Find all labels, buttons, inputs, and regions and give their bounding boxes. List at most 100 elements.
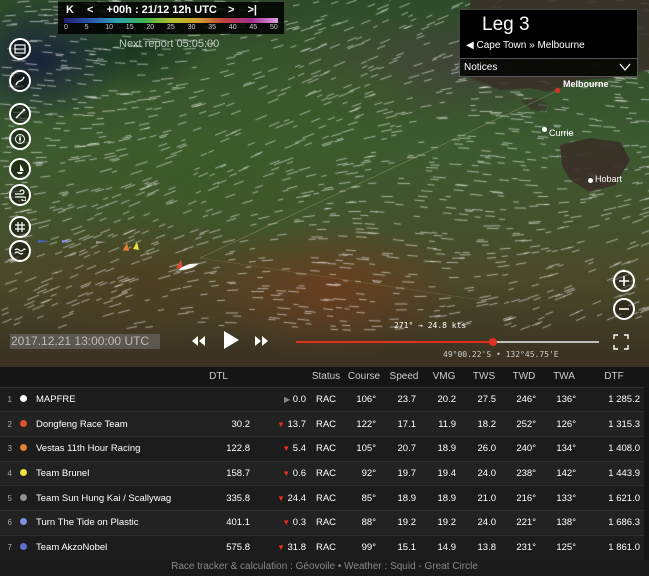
twa: 134° [544,435,584,462]
leg-route[interactable]: ◀ Cape Town » Melbourne [466,40,585,51]
course: 99° [344,534,384,560]
dtl-change-value: 31.8 [287,542,307,554]
col-course[interactable]: Course [344,367,384,387]
col-vmg[interactable]: VMG [424,367,464,387]
change-arrow-icon: ▼ [276,543,285,553]
status: RAC [308,485,344,511]
twd: 221° [504,509,544,536]
table-row[interactable]: 4 Team Brunel 158.7 ▼ 0.6 RAC 92° 19.7 19.4 24.0… [0,460,644,486]
notices-dropdown[interactable]: Notices [459,58,638,77]
course: 88° [344,509,384,536]
layers-button[interactable] [9,38,31,60]
leg-route-label: Cape Town » Melbourne [476,40,585,51]
boat-akzonobel [38,240,50,243]
dtl-value [192,386,252,412]
team-name[interactable]: Turn The Tide on Plastic [32,509,192,536]
table-row[interactable]: 5 Team Sun Hung Kai / Scallywag 335.8 ▼ 24.… [0,485,644,511]
layers-icon [14,44,26,54]
team-name[interactable]: Team AkzoNobel [32,534,192,560]
notices-label: Notices [464,62,498,73]
col-tws[interactable]: TWS [464,367,504,387]
rank: 7 [0,534,14,560]
last-button[interactable]: >| [247,4,257,16]
wind-button[interactable] [9,103,31,125]
rewind-icon[interactable] [190,333,206,349]
col-twd[interactable]: TWD [504,367,544,387]
leg-panel: Leg 3 ◀ Cape Town » Melbourne [459,9,638,59]
playback-date: 2017.12.21 13:00:00 UTC [10,334,160,349]
fast-forward-icon[interactable] [254,333,270,349]
waves-icon [14,248,26,255]
tws: 21.0 [464,485,504,511]
playback-timeline[interactable] [296,338,599,346]
play-icon[interactable] [222,330,240,350]
col-status[interactable]: Status [308,367,344,387]
dtf: 1 285.2 [584,386,644,412]
speed: 19.7 [384,460,424,486]
boat-color-dot [19,518,27,526]
grid-icon [15,222,25,232]
team-name[interactable]: Dongfeng Race Team [32,411,192,437]
route-button[interactable] [9,70,31,92]
col-speed[interactable]: Speed [384,367,424,387]
status: RAC [308,435,344,462]
zoom-in-button[interactable] [613,270,635,292]
table-row[interactable]: 7 Team AkzoNobel 575.8 ▼ 31.8 RAC 99° 15.1 14.9… [0,534,644,560]
course: 122° [344,411,384,437]
dtf: 1 686.3 [584,509,644,536]
rank: 1 [0,386,14,412]
boat-icon [17,164,24,174]
table-row[interactable]: 2 Dongfeng Race Team 30.2 ▼ 13.7 RAC 122° 17.1… [0,411,644,437]
leg-prev-icon[interactable]: ◀ [466,40,474,51]
cursor-wind-info: 271° → 24.8 kts [394,321,467,330]
map-view[interactable]: K < +00h : 21/12 12h UTC > >| 0 5 10 15 20 25… [0,0,649,367]
col-twa[interactable]: TWA [544,367,584,387]
course: 92° [344,460,384,486]
speed: 19.2 [384,509,424,536]
compass-button[interactable] [9,128,31,150]
rank: 3 [0,435,14,462]
dtl-change-value: 0.6 [292,467,306,479]
table-row[interactable]: 6 Turn The Tide on Plastic 401.1 ▼ 0.3 RAC 88… [0,509,644,536]
next-button[interactable]: > [228,4,234,16]
tws: 27.5 [464,386,504,412]
boat-color [14,435,32,462]
fullscreen-icon[interactable] [613,334,629,350]
footer-credits: Race tracker & calculation : Géovoile • … [0,560,649,576]
team-name[interactable]: Team Sun Hung Kai / Scallywag [32,485,192,511]
twa: 136° [544,386,584,412]
boat-color-dot [19,394,27,402]
scale-label: 0 [64,24,68,31]
speed: 17.1 [384,411,424,437]
waves-button[interactable] [9,240,31,262]
boat-vestas [123,243,129,251]
change-arrow-icon: ▶ [283,394,291,404]
grid-button[interactable] [9,216,31,238]
first-button[interactable]: K [66,4,74,16]
team-name[interactable]: Team Brunel [32,460,192,486]
team-name[interactable]: MAPFRE [32,386,192,412]
city-hobart: Hobart [595,174,623,184]
team-name[interactable]: Vestas 11th Hour Racing [32,435,192,462]
vmg: 19.2 [424,509,464,536]
zoom-out-button[interactable] [613,298,635,320]
scale-label: 50 [270,24,278,31]
boat-marker-turnthetide [62,240,72,243]
col-dtl[interactable]: DTL [192,367,252,387]
col-dtf[interactable]: DTF [584,367,644,387]
change-arrow-icon: ▼ [282,444,291,454]
scale-label: 10 [105,24,113,31]
status: RAC [308,534,344,560]
boat-button[interactable] [9,158,31,180]
twa: 133° [544,485,584,511]
scale-label: 25 [167,24,175,31]
city-currie: Currie [549,128,574,138]
weather-button[interactable] [9,184,31,206]
prev-button[interactable]: < [87,4,93,16]
timeline-handle[interactable] [488,338,497,346]
dtl-change: ▼ 0.3 [252,509,308,536]
twd: 252° [504,411,544,437]
table-row[interactable]: 3 Vestas 11th Hour Racing 122.8 ▼ 5.4 RAC 105… [0,435,644,462]
table-row[interactable]: 1 MAPFRE ▶ 0.0 RAC 106° 23.7 20.2 27.5 246° 136° 1… [0,386,644,412]
boat-color [14,460,32,486]
